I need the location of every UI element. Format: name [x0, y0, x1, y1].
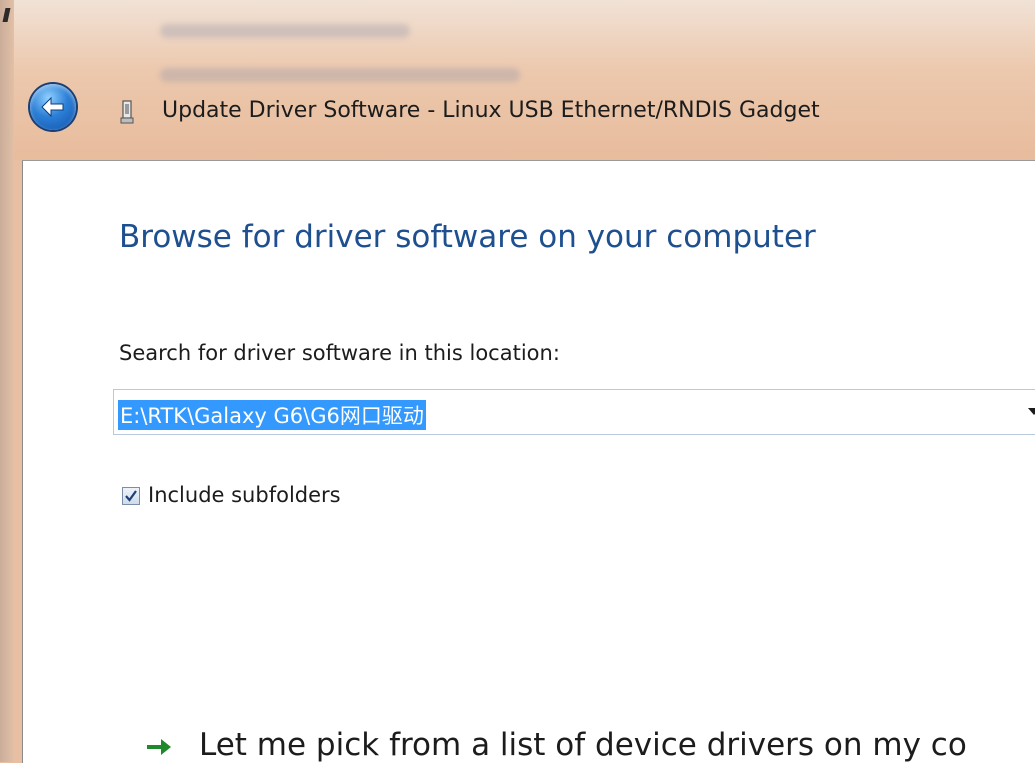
location-input-value[interactable]: E:\RTK\Galaxy G6\G6网口驱动 [118, 400, 426, 430]
page-heading: Browse for driver software on your compu… [119, 219, 816, 255]
green-arrow-icon[interactable] [145, 736, 173, 758]
window-title: Update Driver Software - Linux USB Ether… [162, 98, 820, 123]
pick-driver-list-link[interactable]: Let me pick from a list of device driver… [199, 727, 967, 763]
back-button[interactable] [30, 84, 76, 130]
search-location-label: Search for driver software in this locat… [119, 341, 560, 365]
dialog-body: Browse for driver software on your compu… [22, 160, 1035, 763]
include-subfolders-label[interactable]: Include subfolders [148, 483, 341, 507]
dialog-titlebar: Update Driver Software - Linux USB Ether… [22, 76, 1035, 156]
location-combobox[interactable]: E:\RTK\Galaxy G6\G6网口驱动 [113, 389, 1035, 435]
back-arrow-icon [41, 96, 64, 118]
checkmark-icon [125, 490, 137, 502]
include-subfolders-checkbox[interactable] [122, 487, 140, 505]
chevron-down-icon[interactable] [1028, 408, 1035, 415]
window-edge [0, 0, 14, 762]
usb-device-icon [120, 100, 134, 124]
blurred-background-item [160, 24, 410, 38]
